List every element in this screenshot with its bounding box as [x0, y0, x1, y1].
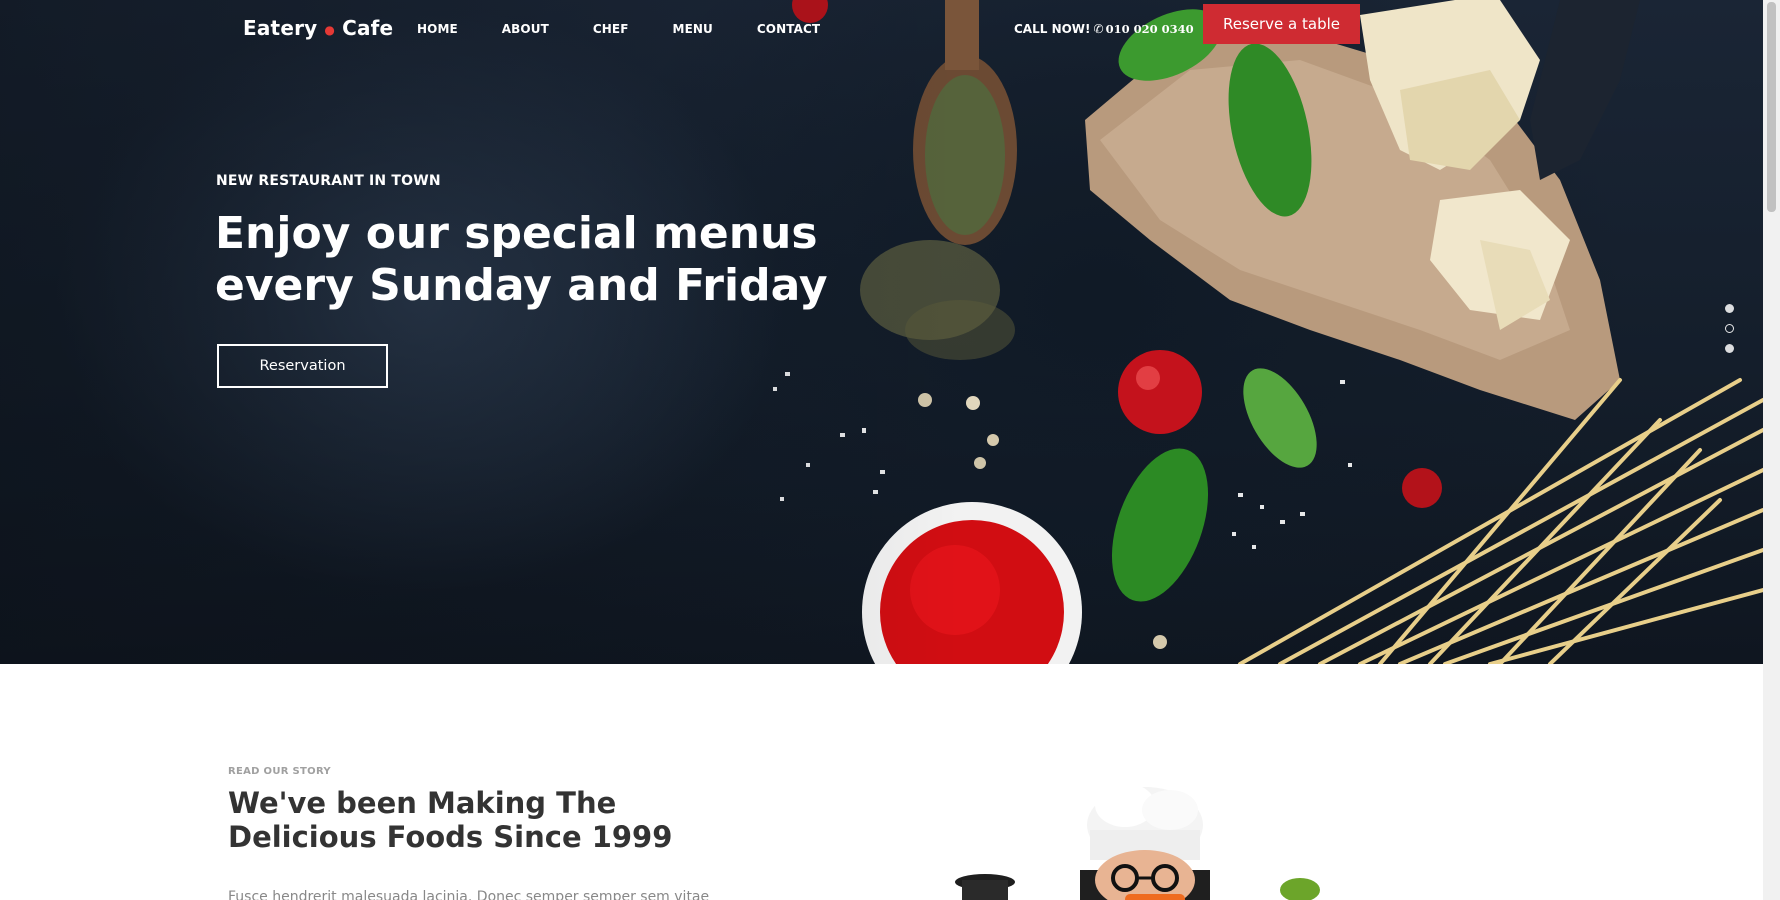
- scrollbar[interactable]: [1763, 0, 1780, 900]
- site-logo[interactable]: Eatery ● Cafe: [243, 16, 393, 40]
- call-number[interactable]: 010 020 0340: [1106, 22, 1194, 36]
- slider-dots: [1725, 304, 1734, 364]
- story-kicker: READ OUR STORY: [228, 766, 331, 777]
- nav-home[interactable]: HOME: [417, 22, 458, 36]
- hero-banner: Eatery ● Cafe HOME ABOUT CHEF MENU CONTACT…: [0, 0, 1763, 664]
- call-label: CALL NOW!: [1014, 22, 1091, 36]
- page: Eatery ● Cafe HOME ABOUT CHEF MENU CONTACT…: [0, 0, 1763, 900]
- nav-about[interactable]: ABOUT: [502, 22, 549, 36]
- logo-text-right: Cafe: [342, 16, 394, 40]
- main-nav: HOME ABOUT CHEF MENU CONTACT: [417, 22, 864, 36]
- slider-dot-2[interactable]: [1725, 324, 1734, 333]
- hero-overlay: [0, 0, 960, 664]
- reservation-button[interactable]: Reservation: [217, 344, 388, 388]
- chef-image: [955, 783, 1320, 900]
- phone-icon: ✆: [1093, 22, 1104, 36]
- logo-text-left: Eatery: [243, 16, 318, 40]
- slider-dot-3[interactable]: [1725, 344, 1734, 353]
- story-title: We've been Making The Delicious Foods Si…: [228, 786, 673, 854]
- nav-contact[interactable]: CONTACT: [757, 22, 820, 36]
- story-text: Fusce hendrerit malesuada lacinia. Donec…: [228, 889, 710, 900]
- hero-kicker: NEW RESTAURANT IN TOWN: [216, 173, 441, 189]
- call-now: CALL NOW! ✆ 010 020 0340: [1014, 22, 1194, 36]
- hero-headline: Enjoy our special menus every Sunday and…: [215, 208, 828, 311]
- logo-dot-icon: ●: [324, 23, 336, 37]
- nav-chef[interactable]: CHEF: [593, 22, 629, 36]
- nav-menu[interactable]: MENU: [673, 22, 713, 36]
- reserve-table-button[interactable]: Reserve a table: [1203, 4, 1360, 44]
- scrollbar-thumb[interactable]: [1767, 2, 1776, 212]
- slider-dot-1[interactable]: [1725, 304, 1734, 313]
